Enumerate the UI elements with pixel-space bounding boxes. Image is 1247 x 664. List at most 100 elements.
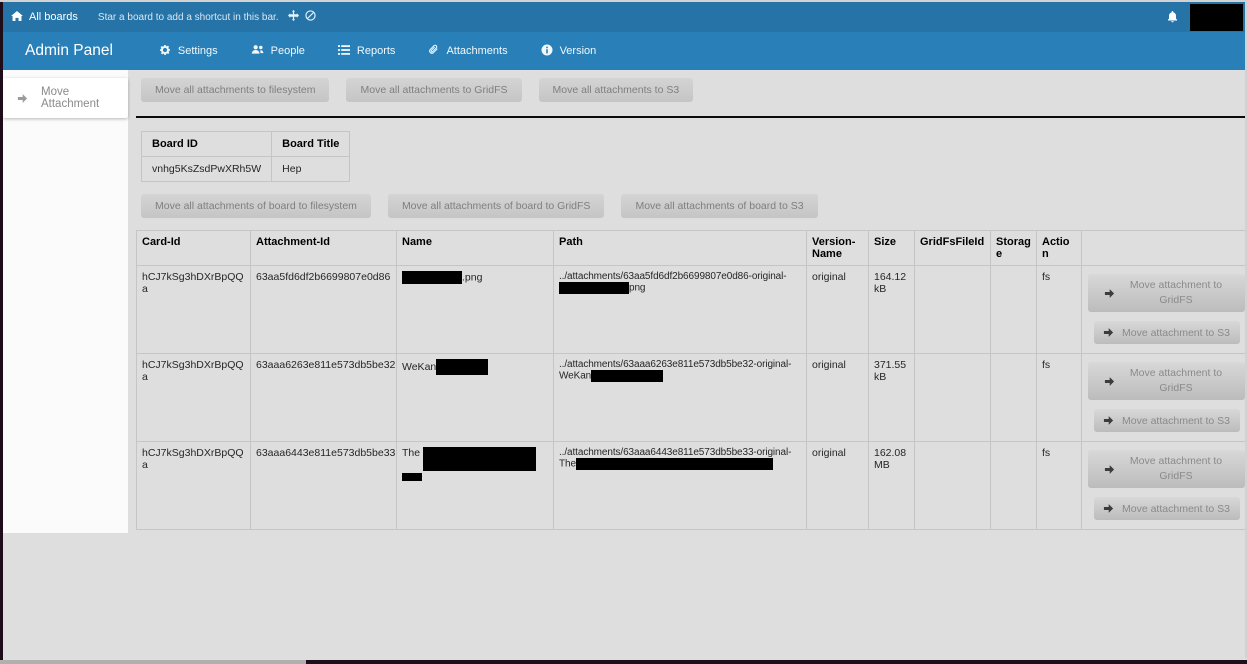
all-boards-label: All boards <box>29 11 78 23</box>
redacted-text <box>436 359 488 375</box>
move-attachment-to-s3-button[interactable]: Move attachment to S3 <box>1094 321 1240 344</box>
attachment-id-cell: 63aa5fd6df2b6699807e0d86 <box>251 266 397 354</box>
shortcut-hint: Star a board to add a shortcut in this b… <box>98 12 279 23</box>
path-cell: ../attachments/63aaa6443e811e573db5be33-… <box>554 442 807 530</box>
board-move-buttons: Move all attachments of board to filesys… <box>141 194 1245 218</box>
path-header: Path <box>554 231 807 266</box>
left-edge-strip <box>0 2 3 664</box>
horizontal-scrollbar[interactable] <box>0 660 1247 664</box>
move-board-to-filesystem-button[interactable]: Move all attachments of board to filesys… <box>141 194 371 218</box>
table-row: hCJ7kSg3hDXrBpQQa 63aaa6443e811e573db5be… <box>137 442 1247 530</box>
page-title: Admin Panel <box>25 42 113 60</box>
board-id-cell: vnhg5KsZsdPwXRh5W <box>142 157 272 182</box>
attachments-header-row: Card-Id Attachment-Id Name Path Version-… <box>137 231 1247 266</box>
move-board-to-gridfs-button[interactable]: Move all attachments of board to GridFS <box>388 194 605 218</box>
gridfsfileid-cell <box>915 266 991 354</box>
main-panel: Move all attachments to filesystem Move … <box>128 70 1245 660</box>
move-attachment-to-gridfs-button[interactable]: Move attachment to GridFS <box>1088 362 1245 400</box>
sidebar: Move Attachment <box>3 70 128 533</box>
storage-cell <box>991 354 1037 442</box>
card-id-cell: hCJ7kSg3hDXrBpQQa <box>137 266 251 354</box>
table-row: hCJ7kSg3hDXrBpQQa 63aaa6263e811e573db5be… <box>137 354 1247 442</box>
row-buttons-cell: Move attachment to GridFS Move attachmen… <box>1082 266 1247 354</box>
card-id-header: Card-Id <box>137 231 251 266</box>
global-move-buttons: Move all attachments to filesystem Move … <box>141 78 1245 102</box>
topbar: All boards Star a board to add a shortcu… <box>3 2 1245 32</box>
action-cell: fs <box>1037 442 1082 530</box>
buttons-header <box>1082 231 1247 266</box>
bell-icon[interactable] <box>1167 11 1178 23</box>
version-name-header: Version-Name <box>807 231 869 266</box>
move-attachment-to-s3-button[interactable]: Move attachment to S3 <box>1094 497 1240 520</box>
tab-version[interactable]: Version <box>541 44 597 59</box>
list-icon <box>338 44 350 59</box>
arrows-move-icon[interactable] <box>288 8 299 26</box>
users-icon <box>251 44 264 58</box>
board-id-header: Board ID <box>142 132 272 157</box>
storage-cell <box>991 266 1037 354</box>
card-id-cell: hCJ7kSg3hDXrBpQQa <box>137 442 251 530</box>
redacted-text <box>576 458 773 470</box>
row-buttons-cell: Move attachment to GridFS Move attachmen… <box>1082 354 1247 442</box>
version-name-cell: original <box>807 442 869 530</box>
top-edge-strip <box>0 0 1247 2</box>
scrollbar-thumb[interactable] <box>0 660 306 664</box>
version-name-cell: original <box>807 266 869 354</box>
gridfsfileid-cell <box>915 442 991 530</box>
move-board-to-s3-button[interactable]: Move all attachments of board to S3 <box>621 194 817 218</box>
arrow-right-icon <box>1103 327 1114 338</box>
table-row: vnhg5KsZsdPwXRh5W Hep <box>142 157 350 182</box>
move-all-to-s3-button[interactable]: Move all attachments to S3 <box>539 78 694 102</box>
move-attachment-to-gridfs-button[interactable]: Move attachment to GridFS <box>1088 274 1245 312</box>
arrow-right-icon <box>1104 464 1115 475</box>
storage-cell <box>991 442 1037 530</box>
all-boards-button[interactable]: All boards <box>11 11 78 24</box>
redacted-text <box>559 282 629 294</box>
action-cell: fs <box>1037 266 1082 354</box>
paperclip-icon <box>428 44 439 58</box>
version-name-cell: original <box>807 354 869 442</box>
move-all-to-filesystem-button[interactable]: Move all attachments to filesystem <box>141 78 329 102</box>
redacted-text <box>402 473 422 481</box>
attachment-id-header: Attachment-Id <box>251 231 397 266</box>
arrow-right-icon <box>1104 288 1115 299</box>
move-attachment-to-gridfs-button[interactable]: Move attachment to GridFS <box>1088 450 1245 488</box>
attachment-id-cell: 63aaa6263e811e573db5be32 <box>251 354 397 442</box>
tab-attachments[interactable]: Attachments <box>428 44 507 58</box>
sidebar-item-move-attachment[interactable]: Move Attachment <box>3 78 128 118</box>
name-cell: WeKan <box>397 354 554 442</box>
move-attachment-to-s3-button[interactable]: Move attachment to S3 <box>1094 409 1240 432</box>
name-header: Name <box>397 231 554 266</box>
wekan-app-window: All boards Star a board to add a shortcu… <box>3 2 1245 660</box>
row-buttons-cell: Move attachment to GridFS Move attachmen… <box>1082 442 1247 530</box>
arrow-right-icon <box>1104 376 1115 387</box>
redacted-text <box>423 447 536 471</box>
gridfsfileid-header: GridFsFileId <box>915 231 991 266</box>
attachment-id-cell: 63aaa6443e811e573db5be33 <box>251 442 397 530</box>
attachments-table: Card-Id Attachment-Id Name Path Version-… <box>136 230 1247 530</box>
tab-people[interactable]: People <box>251 44 305 58</box>
card-id-cell: hCJ7kSg3hDXrBpQQa <box>137 354 251 442</box>
path-cell: ../attachments/63aa5fd6df2b6699807e0d86-… <box>554 266 807 354</box>
table-row: hCJ7kSg3hDXrBpQQa 63aa5fd6df2b6699807e0d… <box>137 266 1247 354</box>
size-header: Size <box>869 231 915 266</box>
tab-reports[interactable]: Reports <box>338 44 396 59</box>
name-cell: The <box>397 442 554 530</box>
info-icon <box>541 44 553 59</box>
action-header: Action <box>1037 231 1082 266</box>
tab-settings[interactable]: Settings <box>159 44 218 59</box>
arrow-right-icon <box>1103 415 1114 426</box>
storage-header: Storage <box>991 231 1037 266</box>
redacted-text <box>591 370 663 382</box>
content-area: Move Attachment Move all attachments to … <box>3 70 1245 660</box>
user-avatar-redacted[interactable] <box>1190 4 1243 31</box>
admin-panel-bar: Admin Panel Settings People <box>3 32 1245 70</box>
path-cell: ../attachments/63aaa6263e811e573db5be32-… <box>554 354 807 442</box>
arrow-right-icon <box>1103 503 1114 514</box>
ban-icon[interactable] <box>305 8 316 26</box>
size-cell: 164.12 kB <box>869 266 915 354</box>
action-cell: fs <box>1037 354 1082 442</box>
move-all-to-gridfs-button[interactable]: Move all attachments to GridFS <box>346 78 521 102</box>
screen: All boards Star a board to add a shortcu… <box>0 0 1247 664</box>
home-icon <box>11 11 23 24</box>
